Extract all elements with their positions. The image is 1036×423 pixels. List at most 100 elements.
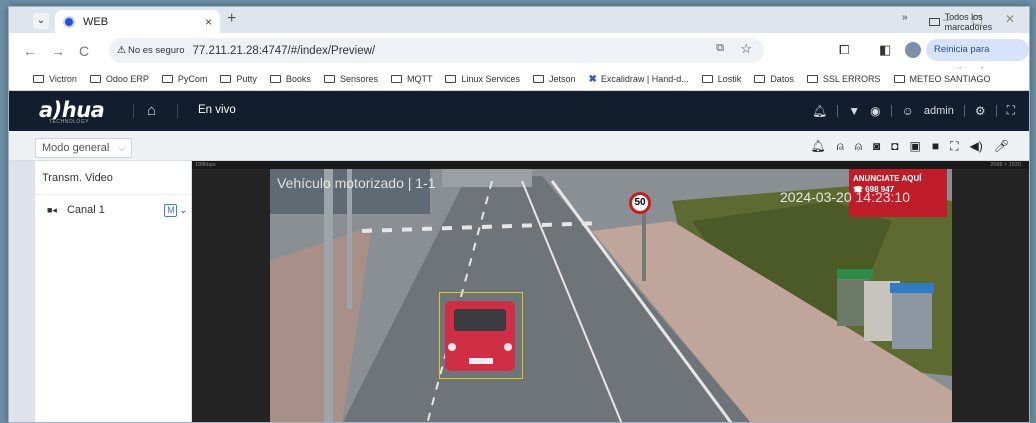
bookmark-item[interactable]: Lostik xyxy=(701,74,741,84)
view-mode-select[interactable]: Modo general ⌵ xyxy=(35,138,132,158)
address-bar[interactable]: ⚠ No es seguro 77.211.21.28:4747/#/index… xyxy=(109,38,764,63)
bookmark-item[interactable]: ✖ Excalidraw | Hand-d... xyxy=(589,74,689,85)
new-tab-button[interactable]: + xyxy=(227,10,236,28)
update-button[interactable]: Reinicia para actualizar ⋮ xyxy=(926,39,1029,77)
url-text[interactable]: 77.211.21.28:4747/#/index/Preview/ xyxy=(192,45,375,57)
bitrate-label: 198kbps xyxy=(195,162,216,168)
folder-icon xyxy=(701,75,713,83)
address-row: ← → C ⚠ No es seguro 77.211.21.28:4747/#… xyxy=(9,33,1029,77)
bookmark-label: Sensores xyxy=(339,74,378,84)
view-mode-value: Modo general xyxy=(42,142,110,154)
stream-type-badge[interactable]: M xyxy=(164,203,178,217)
excalidraw-icon: ✖ xyxy=(588,73,597,85)
globe-icon[interactable]: ◉ xyxy=(870,104,880,118)
bookmark-item[interactable]: PyCom xyxy=(161,74,208,84)
home-icon[interactable]: ⌂ xyxy=(147,102,156,119)
user-icon[interactable]: ☺ xyxy=(902,104,914,118)
bookmark-item[interactable]: Linux Services xyxy=(445,74,520,84)
folder-icon xyxy=(390,75,402,83)
browser-window: ⌄ WEB × + – ▢ ✕ ← → C ⚠ No es seguro 77.… xyxy=(8,6,1030,423)
bookmark-item[interactable]: METEO SANTIAGO xyxy=(893,74,991,84)
all-bookmarks-button[interactable]: Todos los marcadores xyxy=(929,12,1029,32)
tab-bar: ⌄ WEB × + – ▢ ✕ xyxy=(9,7,1029,33)
osd-title-text: Vehículo motorizado | 1-1 xyxy=(277,175,436,191)
header-actions: 🔔︎ ▼ ◉ ☺ admin ⚙ ⛶ xyxy=(812,103,1015,118)
bookmark-label: PyCom xyxy=(177,74,208,84)
sidepanel-icon[interactable]: ◧ xyxy=(879,42,891,58)
security-label[interactable]: No es seguro xyxy=(128,45,185,56)
bookmark-item[interactable]: Odoo ERP xyxy=(89,74,149,84)
folder-icon xyxy=(893,75,905,83)
bookmark-item[interactable]: MQTT xyxy=(390,74,433,84)
channel-item[interactable]: ■◂ Canal 1 M ⌄ xyxy=(35,195,191,225)
folder-icon xyxy=(929,18,940,26)
bookmark-item[interactable]: Victron xyxy=(33,74,77,84)
bookmark-label: Datos xyxy=(770,74,794,84)
camera-icon[interactable]: ◘ xyxy=(891,139,898,154)
microphone-icon[interactable]: 🎤︎ xyxy=(994,139,1009,154)
tab-search-button[interactable]: ⌄ xyxy=(33,13,49,29)
channel-label: Canal 1 xyxy=(66,204,105,216)
sidebar-title: Transm. Video xyxy=(35,161,191,195)
video-icon[interactable]: ■ xyxy=(932,139,939,154)
folder-icon xyxy=(806,75,818,83)
divider xyxy=(837,104,839,117)
chevron-down-icon: ⌵ xyxy=(118,143,125,153)
alarm-icon[interactable]: 🔔︎ xyxy=(810,139,825,154)
section-title[interactable]: En vivo xyxy=(198,104,236,116)
folder-icon xyxy=(33,75,44,83)
folder-icon xyxy=(220,75,232,83)
translate-icon[interactable]: ⧉ xyxy=(716,42,724,55)
alarm-off-icon[interactable]: ⍝ xyxy=(855,139,862,154)
audio-icon[interactable]: ◀) xyxy=(970,139,983,154)
chevron-down-icon[interactable]: ⌄ xyxy=(179,205,187,216)
tshirt-icon[interactable]: ▼ xyxy=(848,104,860,118)
bookmark-item[interactable]: SSL ERRORS xyxy=(806,74,881,84)
folder-icon xyxy=(269,75,281,83)
alarm-bell-icon[interactable]: 🔔︎ xyxy=(812,104,827,118)
extensions-icon[interactable]: ⧠ xyxy=(839,42,849,58)
bookmark-item[interactable]: Putty xyxy=(220,74,257,84)
profile-avatar[interactable] xyxy=(905,42,921,58)
toolbar-actions: 🔔︎ ⍝ ⍝ ◙ ◘ ▣ ■ ⛶ ◀) 🎤︎ xyxy=(810,139,1009,154)
bookmark-label: SSL ERRORS xyxy=(822,74,881,84)
bookmark-item[interactable]: Sensores xyxy=(323,74,378,84)
browser-tab[interactable]: WEB × xyxy=(55,10,220,33)
live-video-view[interactable]: 198kbps 2688 × 1520 Vehículo motorizado … xyxy=(192,161,1029,422)
reload-button[interactable]: C xyxy=(79,43,89,59)
bookmark-label: Putty xyxy=(236,74,257,84)
logo-subtitle: TECHNOLOGY xyxy=(49,119,90,125)
app-header: a)hua TECHNOLOGY ⌂ En vivo 🔔︎ ▼ ◉ ☺ admi… xyxy=(9,91,1029,131)
site-favicon-icon xyxy=(63,15,75,28)
zoom-icon[interactable]: ⛶ xyxy=(950,139,958,154)
folder-icon xyxy=(445,75,457,83)
bookmarks-more-button[interactable]: » xyxy=(902,12,908,23)
back-button[interactable]: ← xyxy=(23,43,37,59)
bookmark-label: MQTT xyxy=(406,74,433,84)
bookmark-label: METEO SANTIAGO xyxy=(909,74,991,84)
user-name[interactable]: admin xyxy=(924,105,954,117)
bookmark-item[interactable]: Datos xyxy=(754,74,794,84)
snapshot-icon[interactable]: ◙ xyxy=(873,139,880,154)
divider xyxy=(177,104,178,118)
alarm-on-icon[interactable]: ⍝ xyxy=(837,139,844,154)
tab-close-icon[interactable]: × xyxy=(205,15,212,29)
bookmarks-bar: Victron Odoo ERP PyCom Putty Books Sensores MQ… xyxy=(9,68,1029,91)
folder-icon xyxy=(754,75,766,83)
record-icon[interactable]: ▣ xyxy=(910,139,921,154)
bookmark-item[interactable]: Jetson xyxy=(533,74,576,84)
bookmark-label: Linux Services xyxy=(461,74,520,84)
folder-icon xyxy=(323,75,335,83)
warning-icon[interactable]: ⚠ xyxy=(117,45,126,56)
folder-icon xyxy=(161,75,173,83)
osd-timestamp: 2024-03-20 14:23:10 xyxy=(780,189,910,205)
forward-button[interactable]: → xyxy=(51,43,65,59)
bookmark-star-icon[interactable]: ☆ xyxy=(740,41,752,57)
bookmark-item[interactable]: Books xyxy=(269,74,311,84)
settings-icon[interactable]: ⚙ xyxy=(975,104,986,118)
bookmark-label: Books xyxy=(285,74,311,84)
resolution-label: 2688 × 1520 xyxy=(990,162,1021,168)
fullscreen-icon[interactable]: ⛶ xyxy=(1007,103,1015,118)
camera-icon: ■◂ xyxy=(47,204,57,215)
divider xyxy=(133,104,134,118)
